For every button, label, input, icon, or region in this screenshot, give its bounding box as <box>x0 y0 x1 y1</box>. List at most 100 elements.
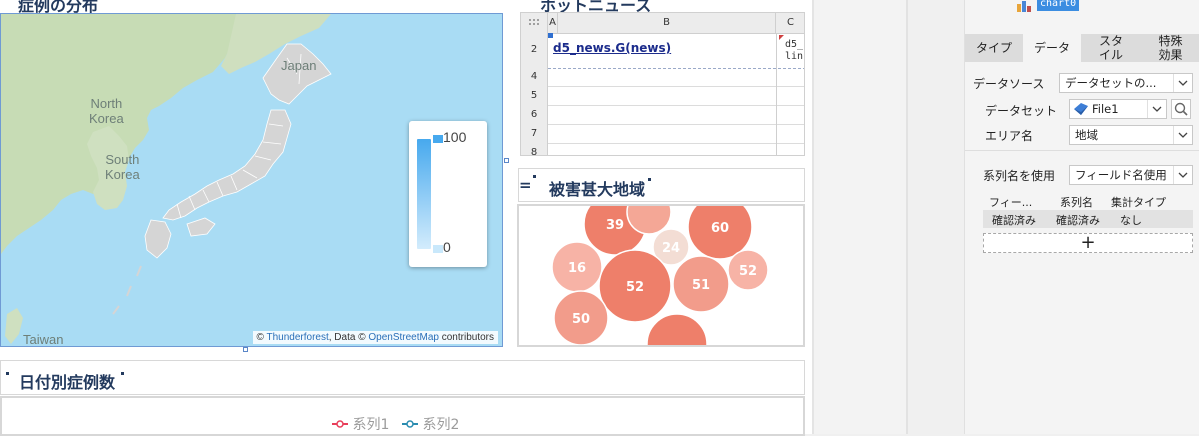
dataset-select[interactable]: File1 <box>1069 99 1167 119</box>
bubble-widget-title: 被害甚大地域 <box>549 180 646 199</box>
series-1-marker-icon <box>332 420 348 428</box>
column-header-c[interactable]: C <box>776 13 804 33</box>
bubble-chart[interactable]: 39 60 24 16 52 51 52 50 <box>517 204 805 347</box>
grid-line <box>548 143 804 144</box>
date-widget-header[interactable]: 日付別症例数 <box>0 360 805 395</box>
dataset-search-button[interactable] <box>1171 99 1191 119</box>
add-field-button[interactable]: + <box>983 233 1193 253</box>
date-widget-title: 日付別症例数 <box>19 373 116 392</box>
quote-mark <box>533 175 536 178</box>
attribution-suffix: contributors <box>438 332 494 343</box>
chevron-down-icon <box>1173 74 1192 92</box>
bubble-chart-svg: 39 60 24 16 52 51 52 50 <box>551 206 769 345</box>
datasource-select[interactable]: データセットの... <box>1059 73 1193 93</box>
design-canvas[interactable]: 症例の分布 Japan North Korea South Korea Taiw… <box>0 0 814 436</box>
tab-type[interactable]: タイプ <box>965 34 1023 62</box>
bubble-value-label: 50 <box>572 312 590 327</box>
area-name-label: エリア名 <box>985 129 1034 143</box>
series-name-value: フィールド名使用 <box>1075 168 1167 182</box>
chevron-down-icon <box>1173 166 1192 184</box>
quote-mark <box>6 372 9 375</box>
row-header-7[interactable]: 7 <box>521 124 548 143</box>
column-header-row: A B C <box>521 13 804 34</box>
legend-max-handle[interactable] <box>433 135 443 143</box>
cell-marker-icon <box>779 35 784 40</box>
row-header-4[interactable]: 4 <box>521 67 548 86</box>
file-dataset-icon <box>1074 103 1088 115</box>
japan-honshu <box>162 109 292 221</box>
row-header-6[interactable]: 6 <box>521 105 548 124</box>
map-label-north-korea: North Korea <box>89 96 124 126</box>
openstreetmap-link[interactable]: OpenStreetMap <box>368 332 439 343</box>
row-header-2[interactable]: 2 <box>521 33 548 67</box>
legend-series-1[interactable]: 系列1 <box>332 414 389 434</box>
grid-corner-icon[interactable] <box>521 13 548 33</box>
attribution-prefix: © <box>256 332 267 343</box>
legend-gradient-bar <box>417 139 431 249</box>
column-header-a[interactable]: A <box>548 13 558 33</box>
cell-c2-link-formula[interactable]: d5_ lin <box>785 39 803 63</box>
chevron-down-icon <box>1173 126 1192 144</box>
bubble-value-label: 52 <box>739 264 757 279</box>
grid-line <box>548 86 804 87</box>
bubble-value-label: 24 <box>662 241 680 256</box>
chart-component-icon <box>1017 1 1031 12</box>
datasource-value: データセットの... <box>1065 76 1157 90</box>
panel-separator <box>965 150 1199 151</box>
map-widget[interactable]: Japan North Korea South Korea Taiwan 100… <box>0 13 503 347</box>
tab-style[interactable]: スタイル <box>1081 34 1141 62</box>
column-divider <box>776 33 777 155</box>
bubble-value-label: 39 <box>606 218 624 233</box>
japan-kyushu <box>144 219 172 259</box>
tab-effects[interactable]: 特殊効果 <box>1141 34 1199 62</box>
field-cell[interactable]: 確認済み <box>992 212 1036 228</box>
series-2-marker-icon <box>402 420 418 428</box>
series-name-cell[interactable]: 確認済み <box>1056 212 1100 228</box>
gutter-border <box>906 0 908 434</box>
taiwan-land <box>5 308 23 344</box>
bubble-value-label: 60 <box>711 221 729 236</box>
bubble-value-label: 16 <box>568 261 586 276</box>
row-header-8[interactable]: 8 <box>521 143 548 155</box>
chart-name-badge[interactable]: chart0 <box>1037 0 1080 11</box>
datasource-label: データソース <box>973 77 1045 91</box>
canvas-gutter <box>814 0 908 434</box>
column-header-b[interactable]: B <box>558 13 776 33</box>
map-label-taiwan: Taiwan <box>23 332 64 347</box>
news-spreadsheet[interactable]: A B C 2 4 5 6 7 8 d5_news.G(news) d5_ li… <box>520 12 805 156</box>
cell-b2-news-formula[interactable]: d5_news.G(news) <box>553 41 671 55</box>
bubble-widget-header[interactable]: = 被害甚大地域 <box>518 168 805 202</box>
grid-line <box>548 105 804 106</box>
series-name-label: 系列名を使用 <box>983 169 1056 183</box>
grid-line <box>548 124 804 125</box>
legend-min-handle[interactable] <box>433 245 443 253</box>
bubble[interactable] <box>646 313 708 345</box>
legend-series-1-label: 系列1 <box>352 417 390 433</box>
bubble-title-prefix: = <box>519 176 532 194</box>
aggregate-cell[interactable]: なし <box>1120 212 1142 228</box>
dataset-value: File1 <box>1092 102 1119 116</box>
quote-mark <box>121 372 124 375</box>
date-line-chart[interactable]: 系列1 系列2 <box>0 396 805 436</box>
area-name-select[interactable]: 地域 <box>1069 125 1193 145</box>
area-name-value: 地域 <box>1075 128 1098 142</box>
row-header-5[interactable]: 5 <box>521 86 548 105</box>
map-label-south-korea: South Korea <box>105 152 140 182</box>
bubble-value-label: 52 <box>626 280 644 295</box>
map-attribution: © Thunderforest, Data © OpenStreetMap co… <box>252 331 498 344</box>
legend-max-value: 100 <box>443 129 467 145</box>
attribution-mid: , Data © <box>328 332 369 343</box>
cell-anchor-icon[interactable] <box>548 33 553 38</box>
map-color-legend: 100 0 <box>409 121 487 267</box>
field-table-row[interactable]: 確認済み 確認済み なし <box>983 210 1193 228</box>
continent-land <box>1 14 236 254</box>
series-name-select[interactable]: フィールド名使用 <box>1069 165 1193 185</box>
legend-min-value: 0 <box>443 239 451 255</box>
resize-handle-bottom[interactable] <box>243 347 248 352</box>
resize-handle-right[interactable] <box>504 158 509 163</box>
tab-data[interactable]: データ <box>1023 34 1081 62</box>
ryukyu-islands <box>112 265 142 315</box>
legend-series-2[interactable]: 系列2 <box>402 414 459 434</box>
thunderforest-link[interactable]: Thunderforest <box>266 332 328 343</box>
field-header-field: フィー... <box>989 196 1033 209</box>
